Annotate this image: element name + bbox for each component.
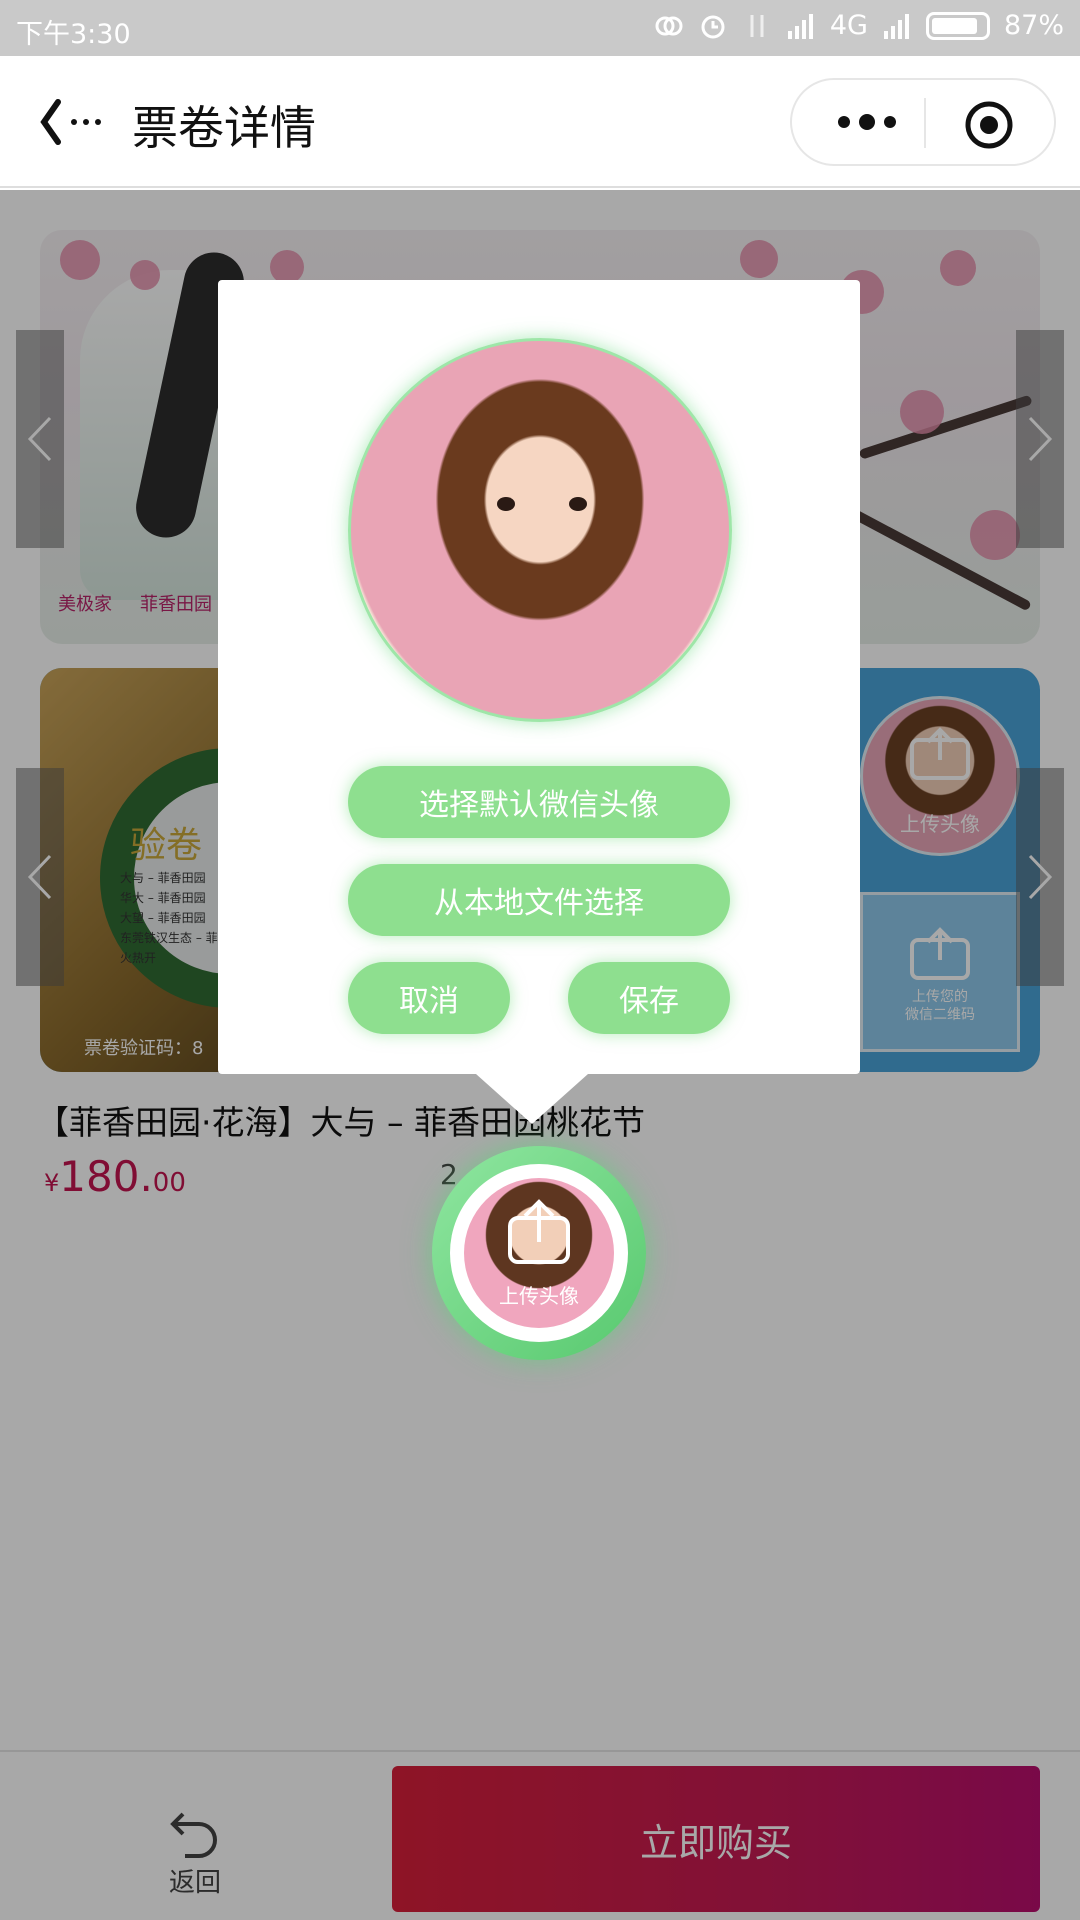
mini-program-capsule: [790, 78, 1056, 166]
network-type: 4G: [829, 10, 868, 41]
status-bar: 下午3:30 4G 87%: [0, 0, 1080, 56]
avatar-select-popup: 选择默认微信头像 从本地文件选择 取消 保存: [218, 280, 860, 1074]
cancel-button[interactable]: 取消: [348, 962, 510, 1034]
signal-icon-2: [883, 13, 909, 39]
nav-bar: 票卷详情: [0, 56, 1080, 188]
avatar-preview: [348, 338, 732, 722]
page-title: 票卷详情: [132, 101, 316, 155]
signal-icon: [787, 13, 813, 39]
battery-icon: [925, 11, 990, 40]
save-button[interactable]: 保存: [568, 962, 730, 1034]
status-time: 下午3:30: [16, 19, 131, 50]
data-transfer-icon: [750, 14, 764, 37]
avatar-eye: [569, 497, 587, 511]
more-dots-icon[interactable]: [832, 102, 902, 142]
popup-pointer: [476, 1074, 588, 1124]
battery-fill: [931, 17, 978, 34]
target-circle-icon[interactable]: [964, 100, 1014, 150]
floating-avatar-label: 上传头像: [499, 1284, 579, 1308]
avatar-eye: [497, 497, 515, 511]
sync-icon: [655, 16, 683, 35]
floating-upload-avatar-button[interactable]: 上传头像: [432, 1146, 646, 1360]
choose-default-wechat-avatar-button[interactable]: 选择默认微信头像: [348, 766, 730, 838]
back-arrow-icon[interactable]: [40, 92, 120, 152]
upload-icon: [508, 1199, 570, 1264]
capsule-divider: [924, 98, 926, 148]
battery-percent: 87%: [1003, 10, 1064, 41]
alarm-icon: [701, 15, 725, 38]
status-icons: 4G 87%: [654, 10, 1064, 41]
choose-local-file-button[interactable]: 从本地文件选择: [348, 864, 730, 936]
